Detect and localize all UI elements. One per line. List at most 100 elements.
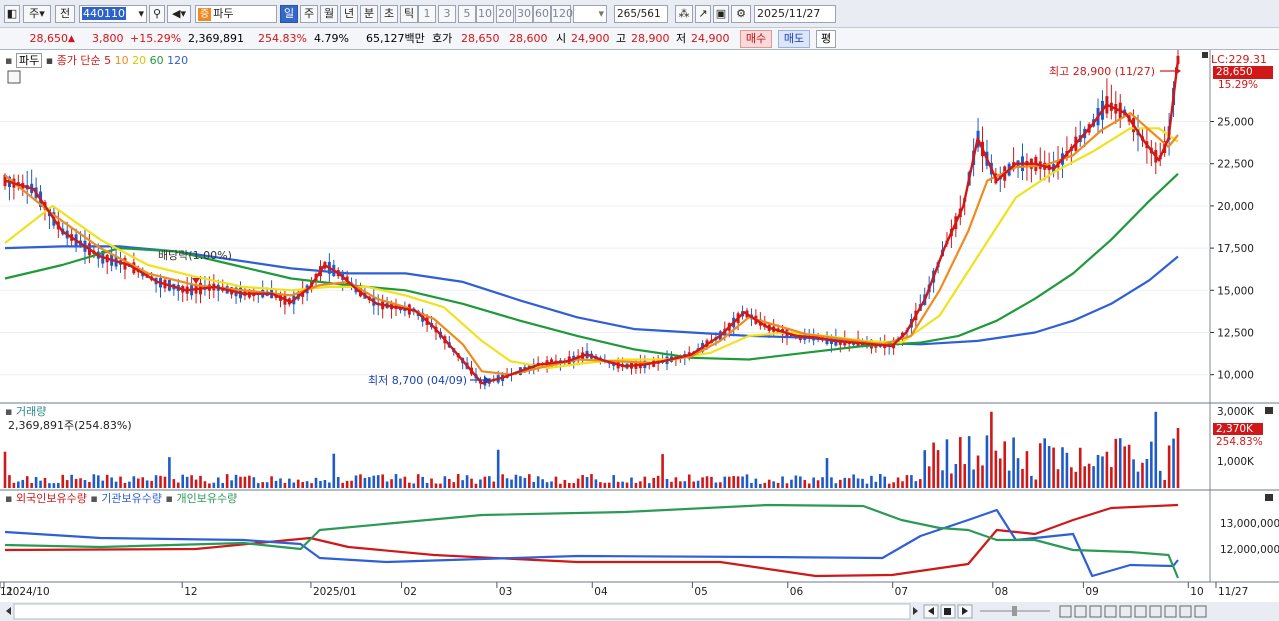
stock-code-input[interactable]: 440110 ▾	[79, 5, 147, 23]
volume-bar	[1105, 451, 1109, 488]
volume-bar	[288, 478, 291, 488]
stock-name-field[interactable]: 증 파두	[195, 5, 277, 23]
volume-bar	[448, 478, 451, 488]
high-price: 28,900	[631, 32, 670, 45]
period-year[interactable]: 년	[340, 5, 358, 23]
volume-bar	[674, 477, 678, 488]
volume-bar	[830, 477, 833, 488]
horizontal-scrollbar[interactable]	[13, 603, 911, 620]
period-month[interactable]: 월	[320, 5, 338, 23]
interval-10[interactable]: 10	[476, 5, 494, 23]
volume-bar	[434, 483, 438, 488]
volume-bar	[874, 481, 878, 488]
volume-bar	[616, 481, 620, 488]
volume-tag-text: 2,370K	[1216, 423, 1253, 435]
drawing-tool-icon[interactable]: ↗	[695, 5, 711, 23]
interval-30[interactable]: 30	[515, 5, 533, 23]
volume-bar	[274, 480, 278, 488]
volume-bar	[905, 475, 909, 488]
volume-bar	[234, 474, 238, 488]
volume-bar	[523, 477, 527, 488]
period-second[interactable]: 초	[380, 5, 398, 23]
volume-panel-close-icon[interactable]	[1265, 407, 1273, 414]
zoom-slider-thumb[interactable]	[1012, 606, 1017, 616]
data-count-field[interactable]: 265/561	[614, 5, 668, 23]
volume-bar	[1118, 438, 1122, 488]
volume-bar	[892, 482, 895, 488]
last-price-tag-text: 28,650	[1216, 66, 1253, 78]
volume-bar	[128, 481, 131, 488]
interval-5[interactable]: 5	[458, 5, 476, 23]
volume-bar	[208, 483, 211, 488]
y-tick-label: 22,500	[1217, 159, 1254, 171]
x-tick-label: 07	[895, 586, 908, 598]
buy-button[interactable]: 매수	[740, 30, 772, 48]
volume-bar	[519, 476, 522, 488]
volume-bar	[972, 469, 975, 488]
x-tick-label: 06	[790, 586, 804, 598]
volume-bar	[532, 481, 536, 488]
volume-bar	[221, 482, 225, 488]
volume-bar	[914, 481, 918, 488]
volume-bar	[225, 474, 229, 488]
compare-icon[interactable]: ⁂	[675, 5, 693, 23]
low-annotation: 최저 8,700 (04/09)	[368, 374, 468, 387]
volume-bar	[927, 466, 931, 488]
x-tick-label: 08	[995, 586, 1008, 598]
high-label: 고	[616, 32, 627, 45]
chart-type-select[interactable]: 주▾	[23, 5, 51, 23]
chart-type-icon[interactable]: ◧	[4, 5, 20, 23]
volume-bar	[456, 474, 460, 488]
volume-bar	[750, 482, 753, 488]
volume-bar	[1114, 438, 1118, 488]
volume-bar	[670, 481, 673, 488]
market-tag: 증	[198, 8, 212, 21]
custom-interval-input[interactable]: ▾	[573, 5, 607, 23]
volume-bar	[119, 476, 122, 488]
prev-button[interactable]: 전	[55, 5, 75, 23]
evaluate-button[interactable]: 평	[816, 30, 836, 48]
stock-chart[interactable]: 10,000 12,500 15,000 17,500 20,000 22,500 25,0…	[0, 50, 1279, 621]
search-icon[interactable]: ⚲	[149, 5, 165, 23]
volume-bar	[994, 450, 998, 488]
volume-bar	[736, 476, 740, 488]
interval-1[interactable]: 1	[418, 5, 436, 23]
volume-bar	[1092, 466, 1095, 488]
volume-bar	[492, 481, 496, 488]
period-minute[interactable]: 분	[360, 5, 378, 23]
sell-button[interactable]: 매도	[778, 30, 810, 48]
interval-3[interactable]: 3	[438, 5, 456, 23]
volume-bar	[501, 474, 504, 488]
calculator-icon[interactable]	[7, 70, 21, 84]
volume-bar	[1172, 438, 1175, 488]
volume-bar	[270, 476, 273, 488]
period-day[interactable]: 일	[280, 5, 298, 23]
volume-bar	[607, 482, 611, 488]
holding-panel-close-icon[interactable]	[1265, 494, 1273, 501]
interval-60[interactable]: 60	[533, 5, 551, 23]
volume-bar	[705, 476, 709, 488]
period-tick[interactable]: 틱	[400, 5, 418, 23]
volume-bar	[1132, 459, 1135, 488]
ma-square-icon: ▪	[45, 54, 54, 67]
volume-bar	[945, 439, 949, 488]
save-icon[interactable]: ▣	[713, 5, 729, 23]
speaker-icon[interactable]: ◀▾	[167, 5, 191, 23]
volume-bar	[1096, 454, 1100, 488]
interval-20[interactable]: 20	[496, 5, 514, 23]
volume-bar	[385, 481, 389, 488]
volume-bar	[585, 476, 589, 488]
holding-square-icon-3: ▪	[165, 492, 173, 505]
volume-bar	[687, 474, 691, 488]
x-tick-label: 2025/01	[313, 586, 357, 598]
price-panel-close-icon[interactable]	[1202, 52, 1208, 58]
volume-bar	[190, 475, 193, 488]
volume-bar	[1056, 469, 1060, 488]
interval-120[interactable]: 120	[551, 5, 573, 23]
volume-bar	[719, 482, 722, 488]
date-input[interactable]: 2025/11/27	[754, 5, 836, 23]
holding-panel-legend: ▪ 외국인보유수량 ▪ 기관보유수량 ▪ 개인보유수량	[5, 492, 237, 505]
period-week[interactable]: 주	[300, 5, 318, 23]
settings-gear-icon[interactable]: ⚙	[731, 5, 751, 23]
price-panel-stock-name[interactable]: 파두	[15, 53, 43, 68]
